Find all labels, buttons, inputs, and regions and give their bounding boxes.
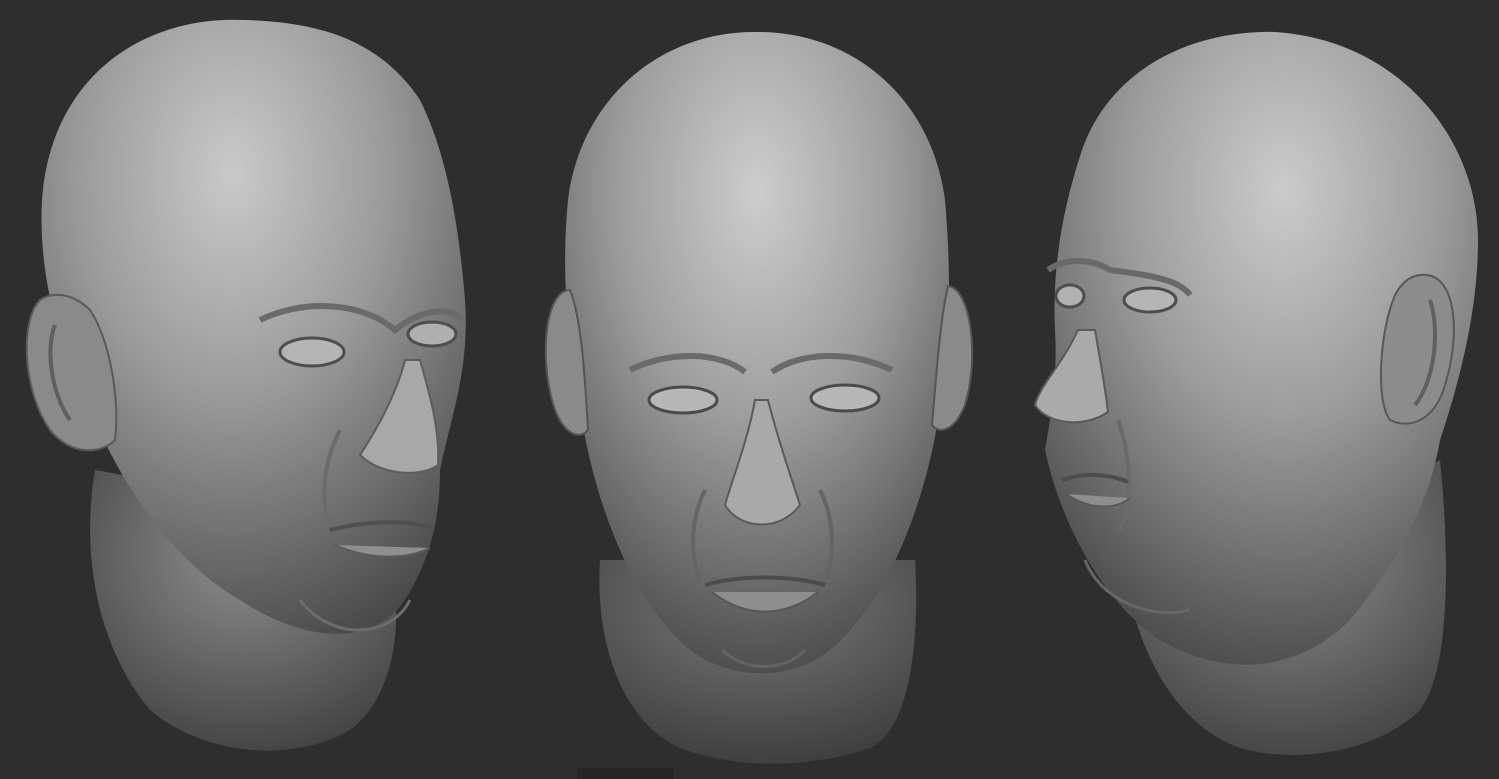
head-render-front bbox=[544, 31, 974, 764]
head-sculpt-three-quarter-right bbox=[1000, 0, 1499, 779]
viewport-bottom-bar bbox=[577, 768, 674, 779]
head-sculpt-three-quarter-left bbox=[0, 0, 500, 779]
head-render-left bbox=[25, 19, 466, 751]
sculpt-viewport[interactable] bbox=[0, 0, 1499, 779]
head-render-right bbox=[1033, 31, 1478, 755]
head-sculpt-front bbox=[500, 0, 1000, 779]
